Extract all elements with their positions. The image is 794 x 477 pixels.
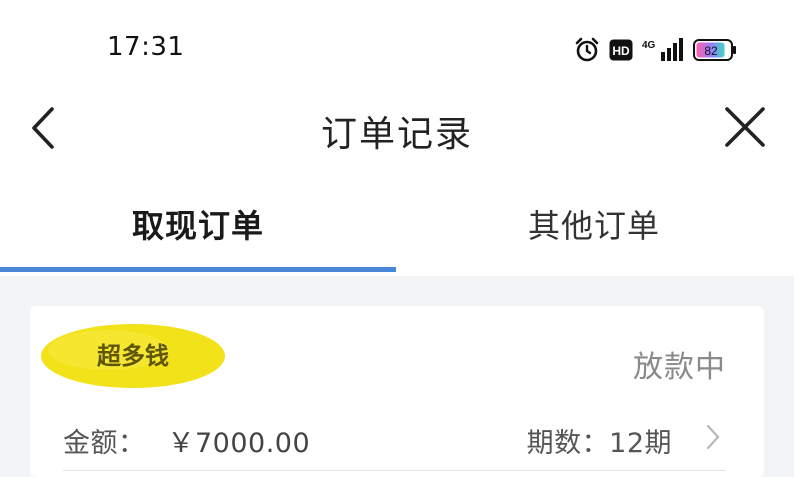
nav-bar: 订单记录: [0, 95, 794, 160]
tab-bar: 取现订单 其他订单: [0, 188, 794, 274]
alarm-icon: [575, 37, 599, 62]
status-badge: 放款中: [633, 350, 726, 385]
battery-level: 82: [704, 44, 718, 58]
amount-value: ￥7000.00: [167, 428, 311, 459]
signal-4g-icon: 4G: [642, 38, 683, 61]
order-amount: 金额： ￥7000.00: [63, 421, 310, 460]
chevron-right-icon[interactable]: [704, 422, 722, 452]
tab-indicator: [0, 267, 396, 272]
order-name-highlight: 超多钱: [41, 324, 225, 388]
status-bar: 17:31 HD 4G 82: [0, 0, 794, 100]
network-label: 4G: [642, 40, 656, 51]
card-divider: [63, 470, 726, 471]
status-time: 17:31: [107, 32, 185, 62]
tab-cash-orders[interactable]: 取现订单: [0, 188, 396, 274]
order-name: 超多钱: [97, 342, 169, 370]
hd-icon: HD: [609, 39, 633, 61]
status-icons: HD 4G 82: [574, 36, 737, 64]
hd-label: HD: [612, 44, 630, 58]
battery-icon: 82: [693, 39, 736, 61]
tab-other-orders[interactable]: 其他订单: [396, 188, 792, 274]
amount-label: 金额：: [63, 428, 146, 459]
page-title: 订单记录: [320, 114, 473, 155]
order-card[interactable]: 超多钱 放款中 金额： ￥7000.00 期数：12期: [30, 306, 764, 477]
order-periods: 期数：12期: [526, 428, 672, 459]
close-icon[interactable]: [721, 103, 769, 151]
